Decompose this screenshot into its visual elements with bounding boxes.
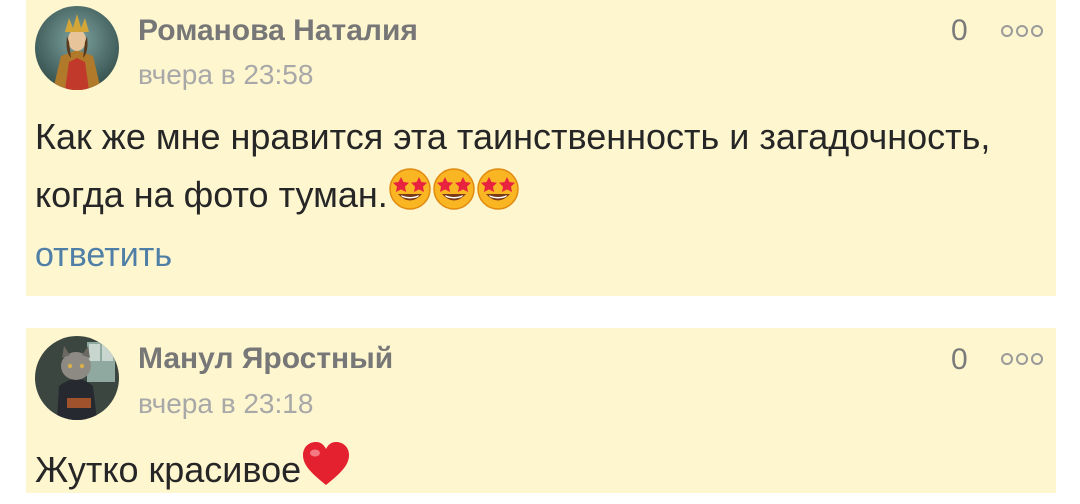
- red-heart-emoji-icon: [301, 441, 351, 504]
- star-struck-emoji-icon: [388, 167, 432, 228]
- author-name[interactable]: Романова Наталия: [138, 14, 418, 48]
- comment-card: Манул Яростный вчера в 23:18 0 Жутко кра…: [26, 328, 1056, 493]
- more-options-icon[interactable]: [1001, 352, 1043, 366]
- reply-link[interactable]: ответить: [35, 236, 172, 275]
- avatar[interactable]: [35, 336, 119, 420]
- comment-timestamp: вчера в 23:58: [138, 59, 314, 90]
- avatar-image: [35, 6, 119, 90]
- author-name[interactable]: Манул Яростный: [138, 342, 393, 376]
- like-count[interactable]: 0: [951, 14, 968, 48]
- comment-text-body: Жутко красивое: [35, 449, 302, 491]
- like-count[interactable]: 0: [951, 343, 968, 377]
- star-struck-emoji-icon: [476, 167, 520, 228]
- comment-text: Как же мне нравится эта таинственность и…: [35, 108, 1035, 228]
- more-options-icon[interactable]: [1001, 24, 1043, 38]
- star-struck-emoji-icon: [432, 167, 476, 228]
- avatar-image: [35, 336, 119, 420]
- avatar[interactable]: [35, 6, 119, 90]
- comment-timestamp: вчера в 23:18: [138, 388, 314, 419]
- comment-text: Жутко красивое: [35, 441, 1035, 504]
- comment-card: Романова Наталия вчера в 23:58 0 Как же …: [26, 0, 1056, 296]
